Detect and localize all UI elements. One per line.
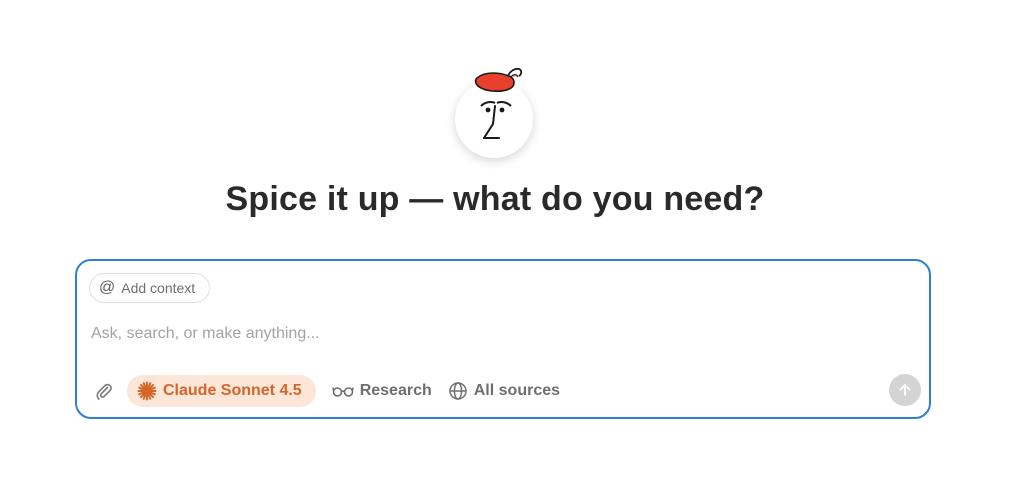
claude-starburst-icon <box>137 381 157 401</box>
composer-toolbar: Claude Sonnet 4.5 Research All sources <box>93 374 560 408</box>
prompt-composer[interactable]: @ Add context Ask, search, or make anyth… <box>75 259 931 419</box>
page-headline: Spice it up — what do you need? <box>225 180 765 218</box>
add-context-label: Add context <box>121 280 196 296</box>
send-button[interactable] <box>889 374 921 406</box>
at-sign-icon: @ <box>99 279 116 296</box>
paperclip-icon[interactable] <box>93 380 115 402</box>
model-label: Claude Sonnet 4.5 <box>163 382 302 399</box>
arrow-up-icon <box>899 384 911 396</box>
research-label: Research <box>359 382 432 399</box>
all-sources-button[interactable]: All sources <box>448 381 560 401</box>
new-page-view: Spice it up — what do you need? @ Add co… <box>0 0 1013 486</box>
research-button[interactable]: Research <box>332 382 432 400</box>
model-selector-button[interactable]: Claude Sonnet 4.5 <box>127 375 316 407</box>
all-sources-label: All sources <box>473 382 561 399</box>
chili-face-icon <box>474 67 523 139</box>
chili-face-avatar <box>455 66 535 160</box>
glasses-icon <box>332 387 354 397</box>
prompt-input[interactable] <box>91 321 871 347</box>
add-context-button[interactable]: @ Add context <box>89 273 211 303</box>
globe-icon <box>449 382 467 400</box>
